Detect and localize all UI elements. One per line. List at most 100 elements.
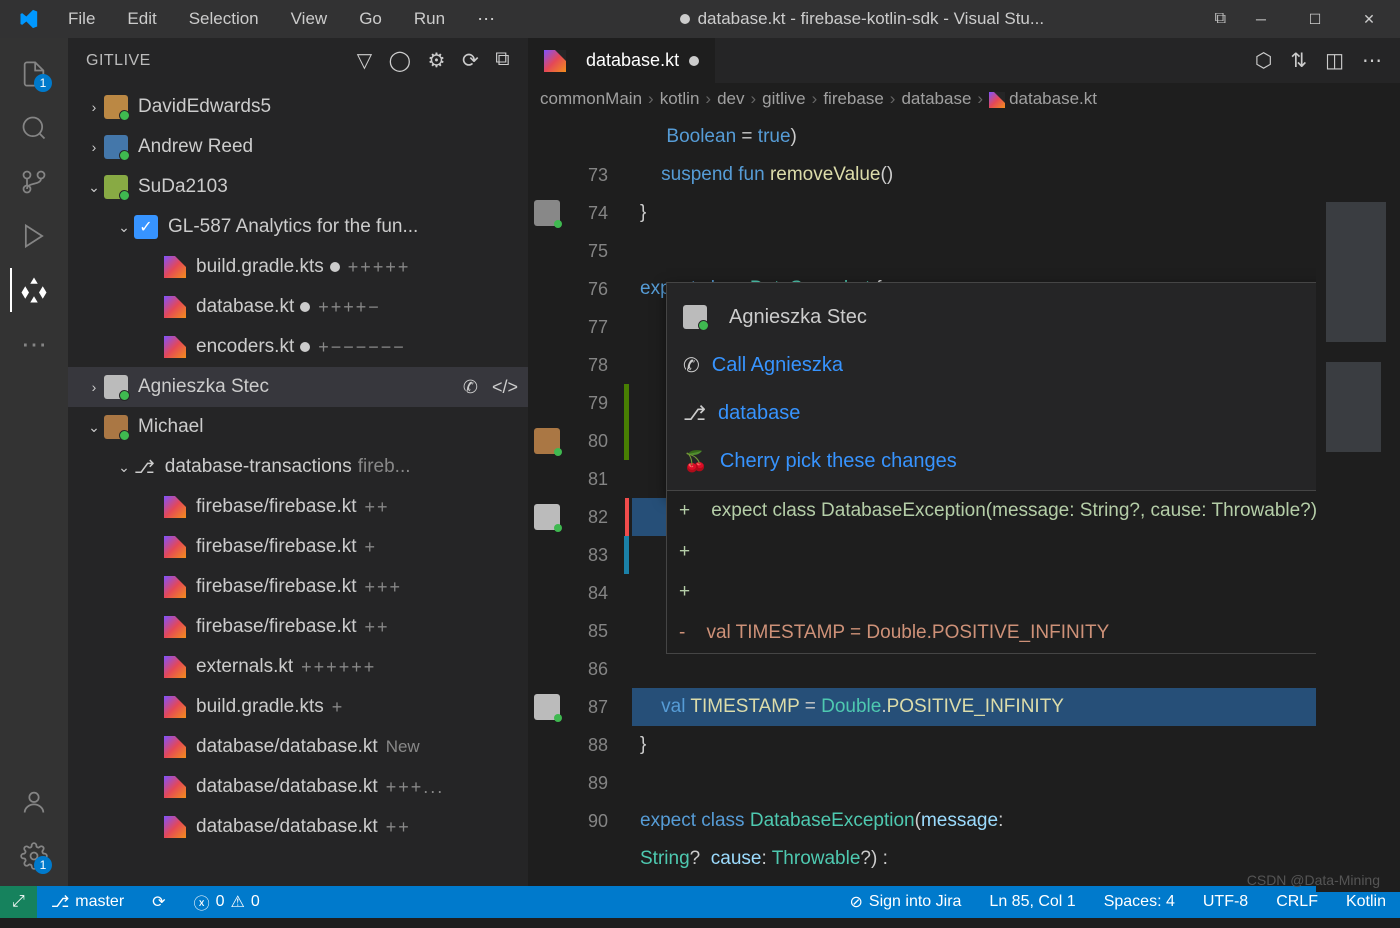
vscode-logo bbox=[18, 9, 38, 29]
tab-database[interactable]: database.kt bbox=[528, 38, 715, 83]
tree: ›DavidEdwards5›Andrew Reed⌄SuDa2103⌄✓GL-… bbox=[68, 83, 528, 886]
account-icon[interactable] bbox=[10, 778, 58, 826]
editor: database.kt ⬡ ⇅ ◫ ⋯ commonMain›kotlin›de… bbox=[528, 38, 1400, 886]
modified-dot-icon bbox=[680, 14, 690, 24]
statusbar: ⤢ ⎇ master ⟳ ⓧ 0 ⚠ 0 ⊘ Sign into Jira Ln… bbox=[0, 886, 1400, 918]
popup-name: Agnieszka Stec bbox=[729, 306, 867, 329]
split-icon[interactable]: ◫ bbox=[1325, 48, 1344, 73]
menu-go[interactable]: Go bbox=[345, 5, 396, 34]
code-area[interactable]: 737475767778798081828384858687888990 Boo… bbox=[528, 115, 1400, 886]
breadcrumb-item[interactable]: database bbox=[901, 89, 971, 109]
maximize-button[interactable]: ☐ bbox=[1292, 4, 1338, 34]
breadcrumb-item[interactable]: commonMain bbox=[540, 89, 642, 109]
copilot-icon[interactable]: ⬡ bbox=[1255, 48, 1272, 73]
breadcrumb-item[interactable]: kotlin bbox=[660, 89, 700, 109]
breadcrumb-item[interactable]: firebase bbox=[823, 89, 883, 109]
modified-dot-icon bbox=[689, 56, 699, 66]
tree-row[interactable]: build.gradle.kts+ bbox=[68, 687, 528, 727]
window-icon[interactable]: ⧉ bbox=[495, 48, 510, 73]
window-controls: ─ ☐ ✕ bbox=[1238, 4, 1392, 34]
sidebar-header: GITLIVE ▽ ◯ ⚙ ⟳ ⧉ bbox=[68, 38, 528, 83]
explorer-badge: 1 bbox=[34, 74, 52, 92]
more-icon[interactable]: ⋯ bbox=[1362, 48, 1382, 73]
tree-row[interactable]: database/database.kt++ bbox=[68, 807, 528, 847]
breadcrumb-item[interactable]: dev bbox=[717, 89, 744, 109]
encoding-button[interactable]: UTF-8 bbox=[1189, 886, 1262, 918]
problems-button[interactable]: ⓧ 0 ⚠ 0 bbox=[180, 886, 274, 918]
sidebar-title: GITLIVE bbox=[86, 52, 151, 70]
jira-button[interactable]: ⊘ Sign into Jira bbox=[836, 886, 976, 918]
explorer-icon[interactable]: 1 bbox=[10, 50, 58, 98]
phone-icon: ✆ bbox=[683, 353, 700, 378]
user-icon[interactable]: ◯ bbox=[389, 48, 412, 73]
code-icon[interactable]: </> bbox=[492, 377, 518, 398]
menu-selection[interactable]: Selection bbox=[175, 5, 273, 34]
tree-row[interactable]: ⌄✓GL-587 Analytics for the fun... bbox=[68, 207, 528, 247]
tree-row[interactable]: firebase/firebase.kt++ bbox=[68, 607, 528, 647]
menu-run[interactable]: Run bbox=[400, 5, 459, 34]
tree-row[interactable]: ⌄SuDa2103 bbox=[68, 167, 528, 207]
diff-line: + bbox=[667, 532, 1369, 573]
gitlive-icon[interactable] bbox=[10, 266, 58, 314]
cursor-pos[interactable]: Ln 85, Col 1 bbox=[975, 886, 1089, 918]
refresh-icon[interactable]: ⟳ bbox=[462, 48, 479, 73]
call-link[interactable]: Call Agnieszka bbox=[712, 354, 843, 377]
window-title: database.kt - firebase-kotlin-sdk - Visu… bbox=[509, 9, 1215, 29]
sidebar: GITLIVE ▽ ◯ ⚙ ⟳ ⧉ ›DavidEdwards5›Andrew … bbox=[68, 38, 528, 886]
tree-row[interactable]: ⌄⎇database-transactions fireb... bbox=[68, 447, 528, 487]
title-text: database.kt - firebase-kotlin-sdk - Visu… bbox=[698, 9, 1044, 29]
layout-icon[interactable]: ⧉ bbox=[1215, 10, 1226, 28]
diff-line: + expect class DatabaseException(message… bbox=[667, 491, 1369, 532]
tree-row[interactable]: firebase/firebase.kt+ bbox=[68, 527, 528, 567]
tree-row[interactable]: build.gradle.kts+++++ bbox=[68, 247, 528, 287]
menu-file[interactable]: File bbox=[54, 5, 109, 34]
menu-edit[interactable]: Edit bbox=[113, 5, 170, 34]
tree-row[interactable]: externals.kt++++++ bbox=[68, 647, 528, 687]
minimize-button[interactable]: ─ bbox=[1238, 4, 1284, 34]
menu-more-icon[interactable]: ⋯ bbox=[463, 5, 509, 34]
minimap[interactable] bbox=[1316, 192, 1400, 892]
menu-view[interactable]: View bbox=[277, 5, 342, 34]
tree-row[interactable]: ›Agnieszka Stec✆</> bbox=[68, 367, 528, 407]
branch-button[interactable]: ⎇ master bbox=[37, 886, 138, 918]
spaces-button[interactable]: Spaces: 4 bbox=[1090, 886, 1189, 918]
debug-icon[interactable] bbox=[10, 212, 58, 260]
branch-icon: ⎇ bbox=[683, 401, 706, 426]
tree-row[interactable]: firebase/firebase.kt+++ bbox=[68, 567, 528, 607]
watermark: CSDN @Data-Mining bbox=[1247, 872, 1380, 888]
tree-row[interactable]: ›Andrew Reed bbox=[68, 127, 528, 167]
breadcrumbs[interactable]: commonMain›kotlin›dev›gitlive›firebase›d… bbox=[528, 83, 1400, 115]
settings-icon[interactable]: 1 bbox=[10, 832, 58, 880]
menu-bar: File Edit Selection View Go Run ⋯ bbox=[54, 5, 509, 34]
tab-label: database.kt bbox=[586, 50, 679, 71]
remote-button[interactable]: ⤢ bbox=[0, 886, 37, 918]
tree-row[interactable]: database.kt++++− bbox=[68, 287, 528, 327]
tree-row[interactable]: ›DavidEdwards5 bbox=[68, 87, 528, 127]
breadcrumb-item[interactable]: gitlive bbox=[762, 89, 805, 109]
close-button[interactable]: ✕ bbox=[1346, 4, 1392, 34]
filter-icon[interactable]: ▽ bbox=[357, 48, 373, 73]
tree-row[interactable]: firebase/firebase.kt++ bbox=[68, 487, 528, 527]
tree-row[interactable]: database/database.kt+++... bbox=[68, 767, 528, 807]
scm-icon[interactable] bbox=[10, 158, 58, 206]
tab-bar: database.kt ⬡ ⇅ ◫ ⋯ bbox=[528, 38, 1400, 83]
tree-row[interactable]: ⌄Michael bbox=[68, 407, 528, 447]
avatar bbox=[683, 305, 707, 329]
search-icon[interactable] bbox=[10, 104, 58, 152]
cherrypick-link[interactable]: Cherry pick these changes bbox=[720, 450, 957, 473]
sync-button[interactable]: ⟳ bbox=[138, 886, 179, 918]
diff-line: - val TIMESTAMP = Double.POSITIVE_INFINI… bbox=[667, 613, 1369, 654]
activity-bar: 1 ⋯ 1 bbox=[0, 38, 68, 886]
tree-row[interactable]: database/database.ktNew bbox=[68, 727, 528, 767]
database-link[interactable]: database bbox=[718, 402, 800, 425]
diff-line: + bbox=[667, 572, 1369, 613]
gear-icon[interactable]: ⚙ bbox=[428, 48, 446, 73]
hover-popup: Agnieszka Stec ✆ Call Agnieszka ⎇ database… bbox=[666, 282, 1396, 496]
titlebar: File Edit Selection View Go Run ⋯ databa… bbox=[0, 0, 1400, 38]
call-icon[interactable]: ✆ bbox=[463, 377, 478, 398]
diff-popup: + expect class DatabaseException(message… bbox=[666, 490, 1370, 654]
compare-icon[interactable]: ⇅ bbox=[1290, 48, 1307, 73]
more-icon[interactable]: ⋯ bbox=[10, 320, 58, 368]
breadcrumb-item[interactable]: database.kt bbox=[989, 89, 1097, 109]
tree-row[interactable]: encoders.kt+−−−−−− bbox=[68, 327, 528, 367]
